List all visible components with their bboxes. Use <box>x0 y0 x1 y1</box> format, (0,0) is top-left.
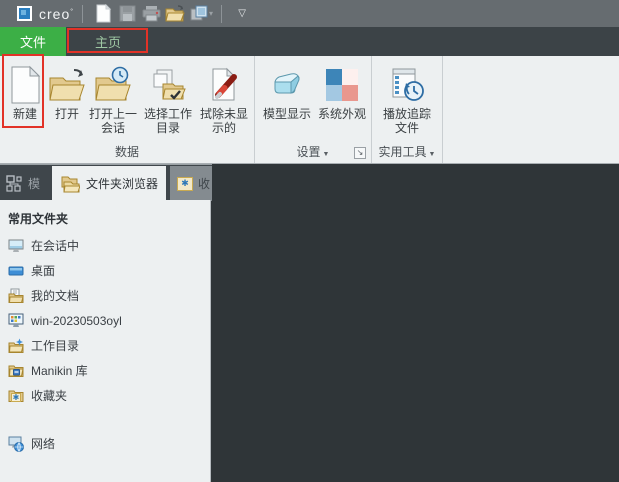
new-file-icon <box>5 63 45 107</box>
titlebar-separator <box>82 4 84 23</box>
group-label-data: 数据 <box>114 145 139 159</box>
erase-not-displayed-button[interactable]: 拭除未显 示的 <box>196 61 252 135</box>
button-label-line2: 目录 <box>155 121 180 135</box>
folder-item-computer[interactable]: win-20230503oyl <box>0 308 210 333</box>
folder-item-in-session[interactable]: 在会话中 <box>0 233 210 258</box>
system-appearance-button[interactable]: 系统外观 <box>316 61 368 135</box>
window-dropdown-arrow[interactable]: ▾ <box>209 9 213 18</box>
tab-label: 收 <box>198 177 211 191</box>
save-icon <box>119 5 136 22</box>
open-folder-icon <box>165 5 185 22</box>
graphics-area[interactable]: 模 文件夹浏览器 ✱ 收 常用文件夹 在会话中 桌面 我的文档 win-2023… <box>0 164 619 482</box>
folder-item-favorites[interactable]: ✱ 收藏夹 <box>0 383 210 408</box>
button-label: 系统外观 <box>317 107 366 121</box>
folder-item-label: win-20230503oyl <box>31 313 122 328</box>
open-session-clock-icon <box>93 63 133 107</box>
model-tree-icon <box>6 175 22 192</box>
dialog-launcher-icon[interactable]: ↘ <box>354 147 366 159</box>
button-label: 打开 <box>54 107 79 121</box>
play-trace-file-icon <box>387 63 427 107</box>
new-file-icon <box>96 4 111 23</box>
tab-label: 模 <box>28 177 41 191</box>
ribbon-group-settings: 模型显示 系统外观 设置 ▼ ↘ <box>255 56 372 163</box>
group-label-utilities[interactable]: 实用工具 ▼ <box>372 143 442 160</box>
model-display-button[interactable]: 模型显示 <box>258 61 316 135</box>
documents-folder-icon <box>8 288 24 303</box>
app-title: creo° <box>39 5 75 22</box>
trademark-mark: ° <box>70 7 75 15</box>
print-icon <box>142 6 161 22</box>
chevron-down-icon: ▽ <box>238 8 246 19</box>
network-icon <box>8 436 24 452</box>
button-label-line2: 示的 <box>211 121 236 135</box>
working-directory-folder-icon <box>8 338 24 353</box>
computer-icon <box>8 313 24 327</box>
folder-item-label: 网络 <box>31 437 56 451</box>
button-label: 拭除未显 <box>199 107 248 121</box>
tab-model-tree[interactable]: 模 <box>0 166 50 201</box>
folder-item-label: 在会话中 <box>31 239 80 253</box>
working-directory-check-icon <box>148 63 188 107</box>
quick-access-customize-button[interactable]: ▽ <box>231 3 253 25</box>
quick-print-button[interactable] <box>140 3 162 25</box>
quick-save-button[interactable] <box>116 3 138 25</box>
folder-item-my-documents[interactable]: 我的文档 <box>0 283 210 308</box>
folder-item-desktop[interactable]: 桌面 <box>0 258 210 283</box>
select-working-directory-button[interactable]: 选择工作 目录 <box>140 61 196 135</box>
library-folder-icon <box>8 365 24 377</box>
ribbon-tab-bar: 文件 主页 <box>0 27 619 56</box>
titlebar: creo° ▾ ▽ <box>0 0 619 27</box>
folder-item-working-directory[interactable]: 工作目录 <box>0 333 210 358</box>
folder-browser-panel: 常用文件夹 在会话中 桌面 我的文档 win-20230503oyl 工作目录 … <box>0 200 211 482</box>
button-label-line2: 文件 <box>394 121 419 135</box>
common-folders-header: 常用文件夹 <box>8 212 69 226</box>
system-appearance-swatches-icon <box>322 63 362 107</box>
ribbon-group-utilities: 播放追踪 文件 实用工具 ▼ <box>372 56 443 163</box>
creo-logo-icon <box>17 6 32 21</box>
tab-favorites[interactable]: ✱ 收 <box>170 166 212 201</box>
folder-item-label: 桌面 <box>31 264 56 278</box>
tab-folder-browser[interactable]: 文件夹浏览器 <box>52 166 166 201</box>
button-label: 新建 <box>12 107 37 121</box>
model-display-eraser-icon <box>267 63 307 107</box>
quick-open-button[interactable] <box>164 3 186 25</box>
button-label: 打开上一 <box>88 107 137 121</box>
play-trace-file-button[interactable]: 播放追踪 文件 <box>374 61 440 135</box>
chevron-down-icon: ▼ <box>428 151 436 158</box>
folder-item-manikin-library[interactable]: Manikin 库 <box>0 358 210 383</box>
folder-item-network[interactable]: 网络 <box>0 431 210 456</box>
new-button[interactable]: 新建 <box>2 61 48 135</box>
ribbon-group-data: 新建 打开 打开上一 会话 选择工作 目录 拭除未显 示的 数据 <box>0 56 255 163</box>
erase-marker-icon <box>204 63 244 107</box>
tab-file[interactable]: 文件 <box>0 27 66 56</box>
quick-window-button[interactable] <box>188 3 210 25</box>
open-button[interactable]: 打开 <box>48 61 86 135</box>
folder-item-label: 我的文档 <box>31 289 80 303</box>
in-session-monitor-icon <box>8 239 24 252</box>
desktop-icon <box>8 266 24 275</box>
chevron-down-icon: ▼ <box>322 151 330 158</box>
tab-label: 文件夹浏览器 <box>86 177 159 191</box>
folder-item-label: Manikin 库 <box>31 364 88 378</box>
windows-icon <box>190 5 208 21</box>
button-label: 模型显示 <box>262 107 311 121</box>
quick-new-button[interactable] <box>92 3 114 25</box>
favorites-folder-icon: ✱ <box>8 390 24 402</box>
ribbon: 新建 打开 打开上一 会话 选择工作 目录 拭除未显 示的 数据 模型显示 系统… <box>0 56 619 164</box>
navigator-tab-bar: 模 文件夹浏览器 ✱ 收 <box>0 164 212 201</box>
svg-text:✱: ✱ <box>13 393 20 402</box>
titlebar-separator-2 <box>221 4 223 23</box>
button-label-line2: 会话 <box>100 121 125 135</box>
favorites-folder-icon: ✱ <box>177 176 193 191</box>
open-folder-icon <box>47 63 87 107</box>
button-label: 选择工作 <box>143 107 192 121</box>
folder-item-label: 收藏夹 <box>31 389 68 403</box>
folder-browser-icon <box>61 176 80 192</box>
tab-home[interactable]: 主页 <box>66 27 150 56</box>
folder-item-label: 工作目录 <box>31 339 80 353</box>
open-last-session-button[interactable]: 打开上一 会话 <box>86 61 140 135</box>
button-label: 播放追踪 <box>382 107 431 121</box>
